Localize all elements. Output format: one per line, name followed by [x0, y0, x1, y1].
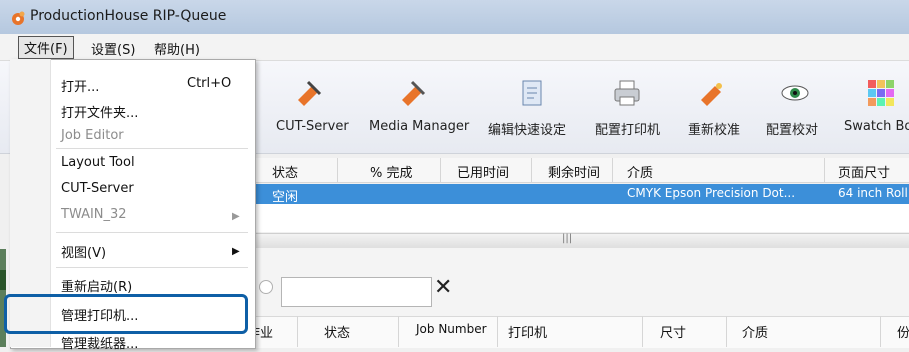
column-elapsed-time[interactable]: 已用时间 — [457, 162, 509, 181]
menu-separator — [56, 267, 248, 268]
pane-splitter[interactable] — [255, 233, 909, 249]
proof-eye-icon[interactable] — [780, 78, 810, 108]
left-panel-edge-dark — [0, 270, 6, 290]
callout-highlight-box — [4, 294, 248, 334]
toolbar-edit-quicksets-button[interactable]: 编辑快速设定 — [488, 119, 566, 138]
menu-settings[interactable]: 设置(S) — [86, 38, 140, 59]
toolbar-media-manager-button[interactable]: Media Manager — [369, 119, 469, 134]
recalibrate-icon[interactable] — [697, 78, 727, 108]
window-title: ProductionHouse RIP-Queue — [30, 8, 227, 24]
menu-separator — [56, 148, 248, 149]
menu-item-layout-tool[interactable]: Layout Tool — [61, 155, 135, 170]
job-search-input[interactable] — [281, 277, 432, 307]
column-separator — [497, 316, 498, 347]
column-separator — [612, 158, 613, 182]
menu-item-open[interactable]: 打开... — [61, 76, 99, 95]
toolbar-recalibrate-button[interactable]: 重新校准 — [688, 119, 740, 138]
submenu-arrow-icon: ▶ — [232, 211, 240, 222]
edit-quicksets-doc-icon[interactable] — [518, 78, 548, 108]
menu-item-job-editor: Job Editor — [61, 128, 124, 143]
menu-separator — [56, 232, 248, 233]
column-remaining-time[interactable]: 剩余时间 — [548, 162, 600, 181]
toolbar-configure-proof-button[interactable]: 配置校对 — [766, 119, 818, 138]
column-separator — [531, 158, 532, 182]
menu-item-twain: TWAIN_32 — [61, 207, 127, 222]
toolbar-swatch-book-button[interactable]: Swatch Bo — [844, 119, 909, 134]
menu-item-open-folder[interactable]: 打开文件夹... — [61, 102, 138, 121]
column-size[interactable]: 尺寸 — [660, 322, 686, 341]
column-separator — [398, 316, 399, 347]
cut-server-pen-icon[interactable] — [294, 78, 324, 108]
app-logo-icon — [12, 11, 25, 25]
column-separator — [824, 158, 825, 182]
row-media: CMYK Epson Precision Dot... — [627, 186, 796, 200]
printer-icon[interactable] — [612, 78, 642, 108]
column-separator — [440, 158, 441, 182]
menu-item-manage-cutters[interactable]: 管理裁纸器... — [61, 333, 138, 352]
row-page-size: 64 inch Roll — [838, 186, 908, 200]
column-separator — [297, 316, 298, 347]
column-page-size[interactable]: 页面尺寸 — [838, 162, 890, 181]
menu-file[interactable]: 文件(F) — [18, 36, 74, 59]
column-separator — [642, 316, 643, 347]
menu-item-restart[interactable]: 重新启动(R) — [61, 276, 132, 295]
menu-help[interactable]: 帮助(H) — [149, 38, 205, 59]
row-status: 空闲 — [272, 190, 299, 205]
menu-item-cut-server[interactable]: CUT-Server — [61, 181, 134, 196]
media-manager-pen-icon[interactable] — [398, 78, 428, 108]
toolbar-configure-printer-button[interactable]: 配置打印机 — [595, 119, 660, 138]
splitter-grip-icon[interactable]: ||| — [562, 233, 572, 244]
swatch-grid-icon[interactable] — [866, 78, 896, 108]
filter-radio[interactable] — [259, 280, 273, 294]
queue-list-body[interactable] — [255, 204, 909, 232]
clear-search-icon[interactable]: ✕ — [434, 275, 452, 300]
column-job-media[interactable]: 介质 — [742, 322, 768, 341]
column-status[interactable]: 状态 — [272, 162, 298, 181]
toolbar-cut-server-button[interactable]: CUT-Server — [276, 119, 349, 134]
column-separator — [726, 316, 727, 347]
column-media[interactable]: 介质 — [627, 162, 653, 181]
column-percent-complete[interactable]: % 完成 — [370, 162, 413, 181]
submenu-arrow-icon: ▶ — [232, 246, 240, 257]
jobs-list-header — [255, 316, 909, 348]
column-printer[interactable]: 打印机 — [508, 322, 547, 341]
column-separator — [880, 316, 881, 347]
table-row[interactable] — [255, 184, 909, 204]
menu-item-open-shortcut: Ctrl+O — [187, 76, 232, 91]
column-separator — [337, 158, 338, 182]
column-copies[interactable]: 份 — [897, 322, 909, 341]
menu-item-view[interactable]: 视图(V) — [61, 242, 106, 261]
column-job-number[interactable]: Job Number — [416, 322, 487, 336]
column-job-status[interactable]: 状态 — [324, 322, 350, 341]
